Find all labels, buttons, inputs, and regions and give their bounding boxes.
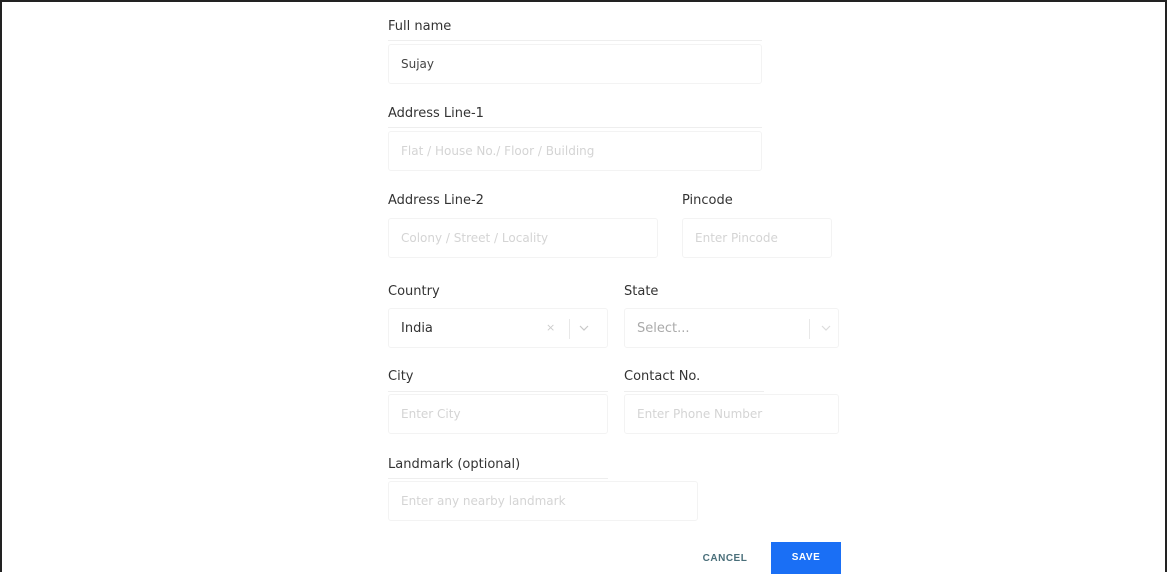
chevron-down-icon[interactable] xyxy=(579,323,589,333)
landmark-input[interactable] xyxy=(389,482,697,520)
cancel-button[interactable]: CANCEL xyxy=(692,543,758,575)
landmark-divider xyxy=(388,478,608,479)
city-field[interactable] xyxy=(388,394,608,434)
state-label: State xyxy=(624,284,659,299)
select-separator xyxy=(569,319,570,339)
pincode-input[interactable] xyxy=(683,219,831,257)
country-label: Country xyxy=(388,284,440,299)
address-line-2-input[interactable] xyxy=(389,219,657,257)
address-line-1-field[interactable] xyxy=(388,131,762,171)
full-name-divider xyxy=(388,40,762,41)
city-divider xyxy=(388,391,608,392)
country-select-value: India xyxy=(401,321,433,336)
full-name-input[interactable] xyxy=(389,45,761,83)
address-line-1-divider xyxy=(388,127,762,128)
pincode-field[interactable] xyxy=(682,218,832,258)
chevron-down-icon[interactable] xyxy=(821,323,831,333)
country-select[interactable]: India × xyxy=(388,308,608,348)
select-separator xyxy=(809,319,810,339)
contact-no-field[interactable] xyxy=(624,394,839,434)
full-name-field[interactable] xyxy=(388,44,762,84)
address-line-2-label: Address Line-2 xyxy=(388,193,484,208)
address-form-panel: Full name Address Line-1 Address Line-2 … xyxy=(0,0,1167,575)
city-input[interactable] xyxy=(389,395,607,433)
address-line-2-field[interactable] xyxy=(388,218,658,258)
contact-no-label: Contact No. xyxy=(624,369,701,384)
contact-no-input[interactable] xyxy=(625,395,838,433)
address-line-1-label: Address Line-1 xyxy=(388,106,484,121)
save-button[interactable]: SAVE xyxy=(771,542,841,574)
address-line-1-input[interactable] xyxy=(389,132,761,170)
state-select-placeholder: Select... xyxy=(637,321,690,336)
pincode-label: Pincode xyxy=(682,193,733,208)
landmark-field[interactable] xyxy=(388,481,698,521)
city-label: City xyxy=(388,369,414,384)
contact-no-divider xyxy=(624,391,764,392)
landmark-label: Landmark (optional) xyxy=(388,457,521,472)
full-name-label: Full name xyxy=(388,19,452,34)
clear-icon[interactable]: × xyxy=(546,321,555,334)
state-select[interactable]: Select... xyxy=(624,308,839,348)
